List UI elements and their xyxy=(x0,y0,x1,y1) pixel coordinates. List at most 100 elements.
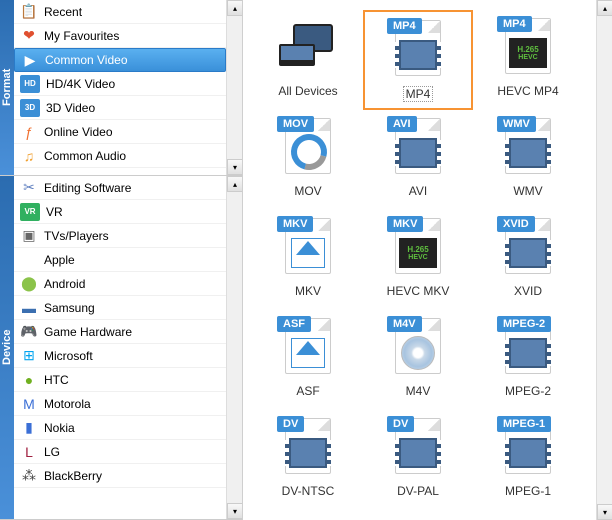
format-item-label: MPEG-1 xyxy=(505,484,551,498)
sidebar-item-android[interactable]: ⬤ Android xyxy=(14,272,226,296)
android-icon: ⬤ xyxy=(20,275,38,293)
sidebar-item-hd-4k-video[interactable]: HDHD/4K Video xyxy=(14,72,226,96)
sidebar-item-label: LG xyxy=(44,445,226,459)
sidebar-item-my-favourites[interactable]: ❤My Favourites xyxy=(14,24,226,48)
format-item-mov[interactable]: MOVMOV xyxy=(253,110,363,210)
sidebar-item-apple[interactable]: Apple xyxy=(14,248,226,272)
format-item-asf[interactable]: ASFASF xyxy=(253,310,363,410)
sidebar-item-blackberry[interactable]: ⁂BlackBerry xyxy=(14,464,226,488)
sidebar-item-motorola[interactable]: M Motorola xyxy=(14,392,226,416)
format-item-all-devices[interactable]: All Devices xyxy=(253,10,363,110)
sidebar-item-label: Common Audio xyxy=(44,149,226,163)
common-audio-icon: ♫ xyxy=(20,147,38,165)
sidebar-item-label: Recent xyxy=(44,5,226,19)
scroll-down-button[interactable]: ▾ xyxy=(227,503,243,519)
sidebar-item-label: Samsung xyxy=(44,301,226,315)
lg-icon: L xyxy=(20,443,38,461)
sidebar-item-label: My Favourites xyxy=(44,29,226,43)
sidebar-item-label: Apple xyxy=(44,253,226,267)
sidebar-item-samsung[interactable]: ▬ Samsung xyxy=(14,296,226,320)
format-item-hevc-mp4[interactable]: MP4H.265HEVC HEVC MP4 xyxy=(473,10,583,110)
format-scrollbar[interactable]: ▴ ▾ xyxy=(226,0,242,175)
tvs-players-icon: ▣ xyxy=(20,227,38,245)
format-thumb-icon: MKVH.265HEVC xyxy=(387,214,449,278)
sidebar-item-tvs-players[interactable]: ▣TVs/Players xyxy=(14,224,226,248)
scroll-up-button[interactable]: ▴ xyxy=(227,176,243,192)
sidebar-item-label: Online Video xyxy=(44,125,226,139)
scroll-track[interactable] xyxy=(227,192,242,503)
sidebar-item-label: Game Hardware xyxy=(44,325,226,339)
sidebar-item-editing-software[interactable]: ✂ Editing Software xyxy=(14,176,226,200)
format-item-mkv[interactable]: MKV MKV xyxy=(253,210,363,310)
scroll-up-button[interactable]: ▴ xyxy=(597,0,612,16)
scroll-up-button[interactable]: ▴ xyxy=(227,0,243,16)
sidebar-item-game-hardware[interactable]: 🎮Game Hardware xyxy=(14,320,226,344)
common-video-icon: ▶ xyxy=(21,51,39,69)
scroll-track[interactable] xyxy=(227,16,242,159)
format-item-label: MP4 xyxy=(403,86,434,102)
sidebar-item-vr[interactable]: VRVR xyxy=(14,200,226,224)
sidebar-item-label: Common Video xyxy=(45,53,225,67)
format-thumb-icon: DV xyxy=(277,414,339,478)
format-item-label: DV-NTSC xyxy=(282,484,335,498)
editing-software-icon: ✂ xyxy=(20,179,38,197)
samsung-icon: ▬ xyxy=(20,299,38,317)
sidebar-item-label: Android xyxy=(44,277,226,291)
sidebar-item-recent[interactable]: 📋Recent xyxy=(14,0,226,24)
format-thumb-icon: MP4H.265HEVC xyxy=(497,14,559,78)
content-pane: All DevicesMP4MP4 MP4H.265HEVC HEVC MP4 MOV… xyxy=(242,0,612,520)
format-thumb-icon: MKV xyxy=(277,214,339,278)
device-scrollbar[interactable]: ▴ ▾ xyxy=(226,176,242,519)
format-item-label: XVID xyxy=(514,284,542,298)
content-scrollbar[interactable]: ▴ ▾ xyxy=(596,0,612,520)
format-item-label: HEVC MP4 xyxy=(497,84,558,98)
sidebar-item-htc[interactable]: ●HTC xyxy=(14,368,226,392)
format-item-label: M4V xyxy=(406,384,431,398)
format-item-dv-ntsc[interactable]: DV DV-NTSC xyxy=(253,410,363,510)
format-thumb-icon: MPEG-1 xyxy=(497,414,559,478)
microsoft-icon: ⊞ xyxy=(20,347,38,365)
scroll-track[interactable] xyxy=(597,16,612,504)
format-item-avi[interactable]: AVIAVI xyxy=(363,110,473,210)
format-item-label: MKV xyxy=(295,284,321,298)
sidebar-item-nokia[interactable]: ▮Nokia xyxy=(14,416,226,440)
device-list: ✂ Editing Software VRVR▣TVs/Players Apple ⬤ A… xyxy=(14,176,226,519)
sidebar-item-online-video[interactable]: ƒ Online Video xyxy=(14,120,226,144)
format-item-hevc-mkv[interactable]: MKVH.265HEVCHEVC MKV xyxy=(363,210,473,310)
sidebar-item-lg[interactable]: L LG xyxy=(14,440,226,464)
sidebar-item-label: Editing Software xyxy=(44,181,226,195)
online-video-icon: ƒ xyxy=(20,123,38,141)
format-item-mpeg-1[interactable]: MPEG-1 MPEG-1 xyxy=(473,410,583,510)
scroll-down-button[interactable]: ▾ xyxy=(227,159,243,175)
sidebar-item-microsoft[interactable]: ⊞Microsoft xyxy=(14,344,226,368)
sidebar-item-label: VR xyxy=(46,205,226,219)
format-item-wmv[interactable]: WMVWMV xyxy=(473,110,583,210)
format-item-mpeg-2[interactable]: MPEG-2MPEG-2 xyxy=(473,310,583,410)
motorola-icon: M xyxy=(20,395,38,413)
format-thumb-icon: XVID xyxy=(497,214,559,278)
format-item-xvid[interactable]: XVID XVID xyxy=(473,210,583,310)
format-item-mp4[interactable]: MP4MP4 xyxy=(363,10,473,110)
format-thumb-icon: ASF xyxy=(277,314,339,378)
scroll-down-button[interactable]: ▾ xyxy=(597,504,612,520)
apple-icon xyxy=(20,251,38,269)
format-item-label: MOV xyxy=(294,184,321,198)
sidebar-item-label: Motorola xyxy=(44,397,226,411)
sidebar-item-common-audio[interactable]: ♫ Common Audio xyxy=(14,144,226,168)
sidebar-item-common-video[interactable]: ▶ Common Video xyxy=(14,48,226,72)
hd-4k-video-icon: HD xyxy=(20,75,40,93)
format-item-dv-pal[interactable]: DVDV-PAL xyxy=(363,410,473,510)
format-thumb-icon: MPEG-2 xyxy=(497,314,559,378)
sidebar-item-label: BlackBerry xyxy=(44,469,226,483)
format-list: 📋Recent❤My Favourites ▶ Common Video HDHD/4… xyxy=(14,0,226,175)
device-tab[interactable]: Device xyxy=(0,176,14,519)
format-section: Format 📋Recent❤My Favourites ▶ Common Vide… xyxy=(0,0,242,176)
nokia-icon: ▮ xyxy=(20,419,38,437)
format-tab[interactable]: Format xyxy=(0,0,14,175)
sidebar-item-3d-video[interactable]: 3D3D Video xyxy=(14,96,226,120)
sidebar-item-label: HTC xyxy=(44,373,226,387)
format-item-label: DV-PAL xyxy=(397,484,439,498)
sidebar: Format 📋Recent❤My Favourites ▶ Common Vide… xyxy=(0,0,242,520)
device-section: Device ✂ Editing Software VRVR▣TVs/Players… xyxy=(0,176,242,520)
format-item-m4v[interactable]: M4VM4V xyxy=(363,310,473,410)
